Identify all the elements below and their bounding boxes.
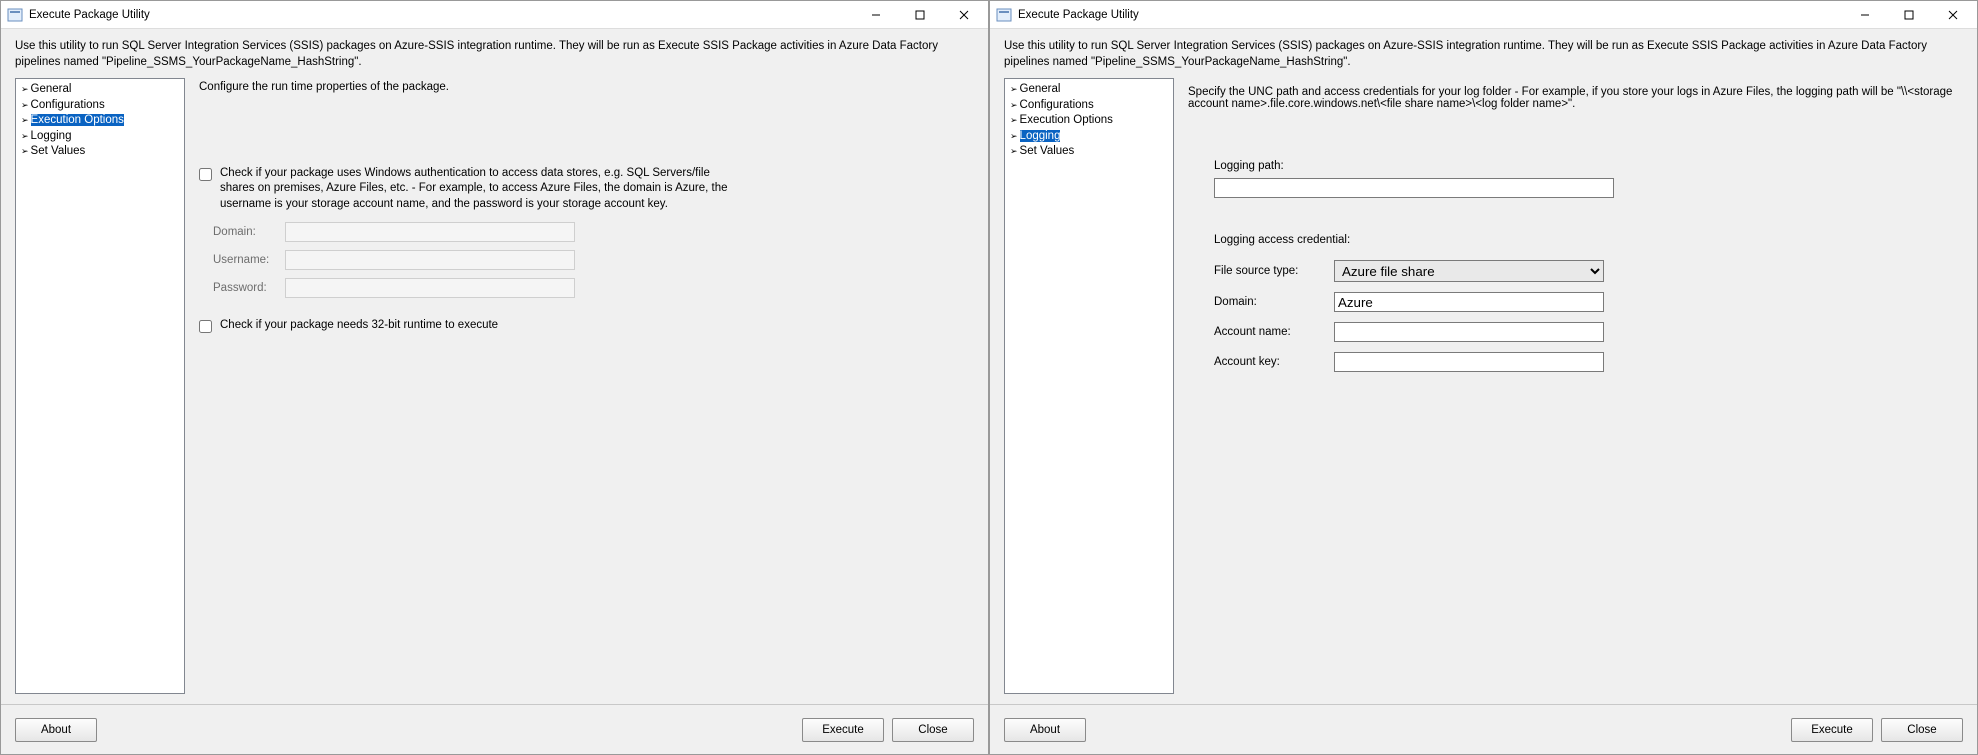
titlebar: Execute Package Utility bbox=[1, 1, 988, 29]
nav-arrow-icon: ➢ bbox=[21, 84, 29, 94]
file-source-type-label: File source type: bbox=[1214, 265, 1334, 277]
maximize-button[interactable] bbox=[1887, 2, 1931, 28]
nav-item-label: General bbox=[1020, 83, 1061, 95]
nav-arrow-icon: ➢ bbox=[21, 131, 29, 141]
minimize-button[interactable] bbox=[1843, 2, 1887, 28]
username-label: Username: bbox=[213, 254, 285, 266]
logging-path-input[interactable] bbox=[1214, 178, 1614, 198]
nav-item-configurations[interactable]: ➢Configurations bbox=[1007, 98, 1171, 114]
account-key-label: Account key: bbox=[1214, 356, 1334, 368]
account-key-input[interactable] bbox=[1334, 352, 1604, 372]
nav-item-label: Logging bbox=[31, 130, 72, 142]
nav-item-label: Set Values bbox=[1020, 145, 1075, 157]
nav-item-general[interactable]: ➢General bbox=[18, 82, 182, 98]
execute-button[interactable]: Execute bbox=[802, 718, 884, 742]
nav-item-label: Set Values bbox=[31, 145, 86, 157]
nav-arrow-icon: ➢ bbox=[1010, 84, 1018, 94]
execute-button[interactable]: Execute bbox=[1791, 718, 1873, 742]
page-heading: Specify the UNC path and access credenti… bbox=[1188, 86, 1961, 110]
account-name-input[interactable] bbox=[1334, 322, 1604, 342]
nav-item-label: Configurations bbox=[31, 99, 105, 111]
domain-input[interactable] bbox=[1334, 292, 1604, 312]
logging-path-label: Logging path: bbox=[1214, 160, 1774, 172]
nav-item-logging[interactable]: ➢Logging bbox=[1007, 129, 1171, 145]
nav-item-label: Logging bbox=[1020, 130, 1061, 142]
close-button[interactable] bbox=[942, 2, 986, 28]
password-input bbox=[285, 278, 575, 298]
nav-tree: ➢General➢Configurations➢Execution Option… bbox=[15, 78, 185, 694]
nav-item-label: Configurations bbox=[1020, 99, 1094, 111]
maximize-button[interactable] bbox=[898, 2, 942, 28]
close-button[interactable] bbox=[1931, 2, 1975, 28]
nav-item-execution-options[interactable]: ➢Execution Options bbox=[1007, 113, 1171, 129]
windows-auth-checkbox[interactable] bbox=[199, 168, 212, 181]
nav-item-set-values[interactable]: ➢Set Values bbox=[18, 144, 182, 160]
domain-input bbox=[285, 222, 575, 242]
nav-tree: ➢General➢Configurations➢Execution Option… bbox=[1004, 78, 1174, 694]
nav-item-set-values[interactable]: ➢Set Values bbox=[1007, 144, 1171, 160]
username-input bbox=[285, 250, 575, 270]
nav-arrow-icon: ➢ bbox=[21, 115, 29, 125]
nav-item-general[interactable]: ➢General bbox=[1007, 82, 1171, 98]
close-dialog-button[interactable]: Close bbox=[892, 718, 974, 742]
close-dialog-button[interactable]: Close bbox=[1881, 718, 1963, 742]
nav-arrow-icon: ➢ bbox=[1010, 146, 1018, 156]
about-button[interactable]: About bbox=[15, 718, 97, 742]
window-title: Execute Package Utility bbox=[1018, 9, 1139, 21]
nav-item-label: General bbox=[31, 83, 72, 95]
utility-description: Use this utility to run SQL Server Integ… bbox=[1, 29, 988, 78]
window-execution-options: Execute Package Utility Use this utility… bbox=[0, 0, 989, 755]
nav-item-label: Execution Options bbox=[31, 114, 124, 126]
domain-label: Domain: bbox=[1214, 296, 1334, 308]
credential-section-label: Logging access credential: bbox=[1214, 234, 1774, 246]
utility-description: Use this utility to run SQL Server Integ… bbox=[990, 29, 1977, 78]
password-label: Password: bbox=[213, 282, 285, 294]
nav-arrow-icon: ➢ bbox=[1010, 115, 1018, 125]
runtime-32bit-label: Check if your package needs 32-bit runti… bbox=[220, 318, 498, 334]
file-source-type-select[interactable]: Azure file share bbox=[1334, 260, 1604, 282]
domain-label: Domain: bbox=[213, 226, 285, 238]
nav-arrow-icon: ➢ bbox=[21, 146, 29, 156]
nav-arrow-icon: ➢ bbox=[21, 100, 29, 110]
window-logging: Execute Package Utility Use this utility… bbox=[989, 0, 1978, 755]
app-icon bbox=[996, 7, 1012, 23]
window-title: Execute Package Utility bbox=[29, 9, 150, 21]
titlebar: Execute Package Utility bbox=[990, 1, 1977, 29]
nav-arrow-icon: ➢ bbox=[1010, 100, 1018, 110]
runtime-32bit-checkbox[interactable] bbox=[199, 320, 212, 333]
nav-item-configurations[interactable]: ➢Configurations bbox=[18, 98, 182, 114]
app-icon bbox=[7, 7, 23, 23]
nav-item-label: Execution Options bbox=[1020, 114, 1113, 126]
windows-auth-label: Check if your package uses Windows authe… bbox=[220, 166, 730, 213]
minimize-button[interactable] bbox=[854, 2, 898, 28]
account-name-label: Account name: bbox=[1214, 326, 1334, 338]
about-button[interactable]: About bbox=[1004, 718, 1086, 742]
page-heading: Configure the run time properties of the… bbox=[199, 80, 972, 96]
nav-item-execution-options[interactable]: ➢Execution Options bbox=[18, 113, 182, 129]
nav-arrow-icon: ➢ bbox=[1010, 131, 1018, 141]
nav-item-logging[interactable]: ➢Logging bbox=[18, 129, 182, 145]
